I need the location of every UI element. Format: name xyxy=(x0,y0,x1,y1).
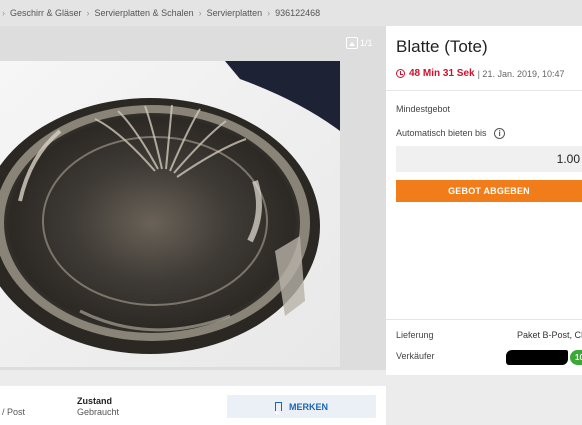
bookmark-icon xyxy=(274,402,282,414)
breadcrumb-item-id: 936122468 xyxy=(275,8,321,18)
breadcrumb-chevron-icon: › xyxy=(198,8,202,18)
image-counter: 1/1 xyxy=(346,37,373,49)
shipping-fragment: / Post xyxy=(2,407,26,417)
delivery-value: Paket B-Post, CH xyxy=(517,330,582,340)
min-bid-label: Mindestgebot xyxy=(396,104,451,114)
breadcrumb: › Geschirr & Gläser › Servierplatten & S… xyxy=(0,0,582,26)
auto-bid-label-row: Automatisch bieten bis i xyxy=(396,128,506,140)
delivery-label: Lieferung xyxy=(396,330,434,340)
end-date: | 21. Jan. 2019, 10:47 xyxy=(477,68,565,79)
divider xyxy=(386,319,582,320)
condition-label: Zustand xyxy=(77,396,112,406)
seller-label: Verkäufer xyxy=(396,351,435,361)
watch-button[interactable]: MERKEN xyxy=(227,395,376,418)
info-icon[interactable]: i xyxy=(494,128,506,140)
image-gallery: 1/1 xyxy=(0,26,386,370)
auto-bid-input[interactable] xyxy=(396,146,582,172)
breadcrumb-item-servierplatten[interactable]: Servierplatten xyxy=(207,8,263,18)
auto-bid-label: Automatisch bieten bis xyxy=(396,128,487,138)
product-photo[interactable] xyxy=(0,61,340,367)
listing-details-bar: / Post Zustand Gebraucht MERKEN xyxy=(0,386,386,425)
auction-timer: 48 Min 31 Sek | 21. Jan. 2019, 10:47 xyxy=(396,68,565,79)
breadcrumb-item-geschirr[interactable]: Geschirr & Gläser xyxy=(10,8,82,18)
place-bid-button[interactable]: GEBOT ABGEBEN xyxy=(396,180,582,202)
divider xyxy=(386,90,582,91)
image-icon xyxy=(346,37,358,49)
seller-rating-badge[interactable]: 10 xyxy=(570,350,582,365)
breadcrumb-item-servierplatten-schalen[interactable]: Servierplatten & Schalen xyxy=(95,8,194,18)
breadcrumb-chevron-icon: › xyxy=(267,8,271,18)
listing-title: Blatte (Tote) xyxy=(396,37,488,56)
bid-panel: Blatte (Tote) 48 Min 31 Sek | 21. Jan. 2… xyxy=(386,26,582,375)
silver-platter-image xyxy=(0,61,340,367)
redacted-seller-name xyxy=(506,350,568,365)
condition-value: Gebraucht xyxy=(77,407,120,417)
watch-button-label: MERKEN xyxy=(288,401,328,412)
breadcrumb-chevron-icon: › xyxy=(2,8,5,18)
time-remaining: 48 Min 31 Sek xyxy=(409,68,475,79)
clock-icon xyxy=(396,69,405,78)
breadcrumb-chevron-icon: › xyxy=(86,8,90,18)
